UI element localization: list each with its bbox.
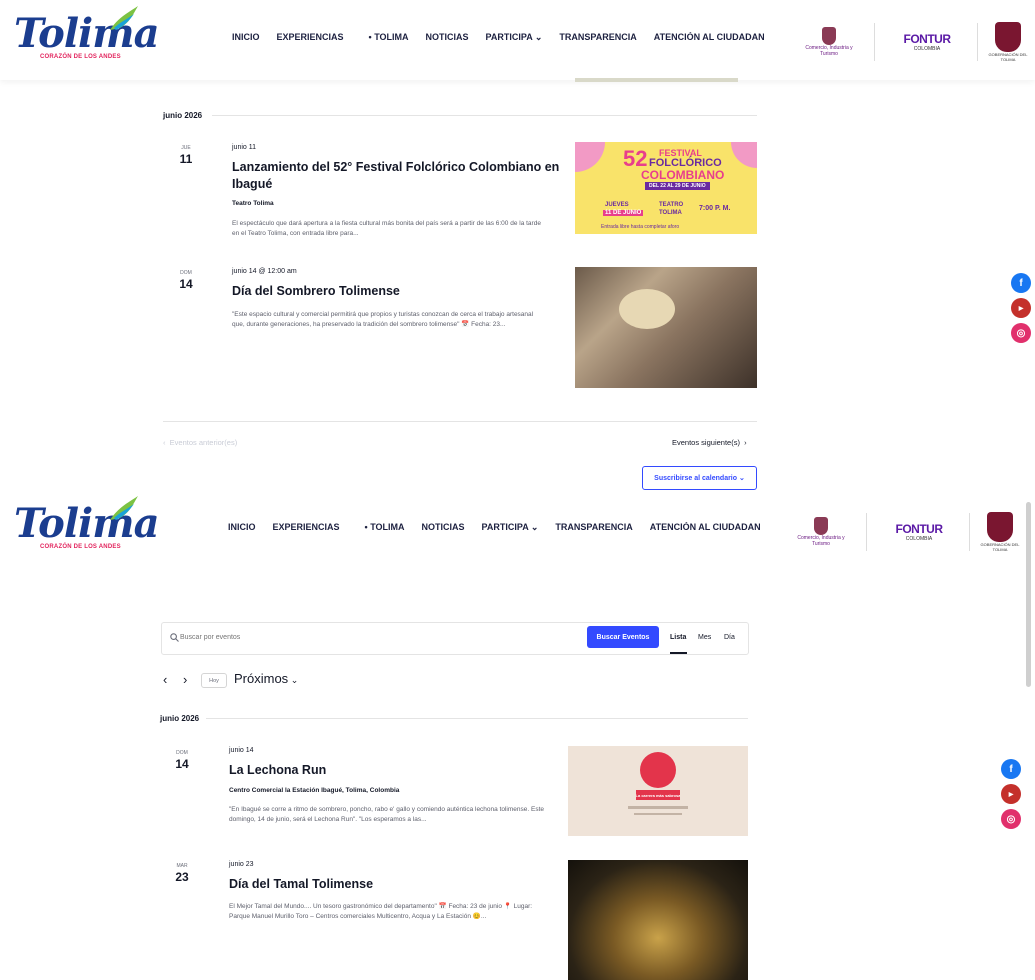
month-separator: junio 2026 <box>160 714 200 723</box>
nav-participa[interactable]: PARTICIPA ⌄ <box>486 32 543 43</box>
event-date: junio 14 @ 12:00 am <box>232 268 297 275</box>
site-header: Tolima CORAZÓN DE LOS ANDES INICIO EXPER… <box>0 0 1035 80</box>
subscribe-calendar-button[interactable]: Suscribirse al calendario ⌄ <box>642 466 757 490</box>
event-day-number: 14 <box>179 277 193 291</box>
event-date: junio 11 <box>232 144 257 151</box>
nav-transparencia[interactable]: TRANSPARENCIA <box>559 32 636 43</box>
nav-transparencia[interactable]: TRANSPARENCIA <box>555 522 632 533</box>
lechona-run-poster-image[interactable]: ¡La carrera más sabrosa! <box>568 746 748 836</box>
event-description: El espectáculo que dará apertura a la fi… <box>232 220 541 237</box>
event-date: junio 23 <box>229 861 254 868</box>
event-title[interactable]: Día del Tamal Tolimense <box>229 876 559 893</box>
nav-participa[interactable]: PARTICIPA ⌄ <box>482 522 539 533</box>
fontur-logo: FONTUR COLOMBIA <box>903 32 952 52</box>
hummingbird-icon <box>110 496 138 520</box>
main-nav: INICIO EXPERIENCIAS • TOLIMA NOTICIAS PA… <box>232 32 764 43</box>
instagram-icon[interactable]: ◎ <box>1011 323 1031 343</box>
search-icon <box>170 633 179 642</box>
facebook-icon[interactable]: f <box>1001 759 1021 779</box>
event-day-of-week: JUE <box>181 145 191 151</box>
nav-atencion[interactable]: ATENCIÓN AL CIUDADANO <box>654 32 764 43</box>
youtube-icon[interactable]: ▶ <box>1001 784 1021 804</box>
nav-inicio[interactable]: INICIO <box>232 32 260 43</box>
comercio-logo: Comercio, Industria y Turismo <box>796 27 862 57</box>
hummingbird-icon <box>110 6 138 30</box>
gobernacion-crest-icon <box>995 22 1021 52</box>
search-events-button[interactable]: Buscar Eventos <box>587 626 659 648</box>
runner-icon <box>640 752 676 788</box>
nav-experiencias[interactable]: EXPERIENCIAS <box>277 32 344 43</box>
nav-inicio[interactable]: INICIO <box>228 522 256 533</box>
mincit-crest-icon <box>822 27 836 45</box>
brand-tagline: CORAZÓN DE LOS ANDES <box>40 54 121 60</box>
next-events-link[interactable]: Eventos siguiente(s) › <box>672 438 747 447</box>
event-title[interactable]: Día del Sombrero Tolimense <box>232 283 562 300</box>
month-separator: junio 2026 <box>163 111 203 120</box>
event-venue: Teatro Tolima <box>232 200 274 207</box>
instagram-icon[interactable]: ◎ <box>1001 809 1021 829</box>
nav-atencion[interactable]: ATENCIÓN AL CIUDADANO <box>650 522 760 533</box>
date-range-selector[interactable]: Próximos ⌄ <box>234 671 298 686</box>
event-venue: Centro Comercial la Estación Ibagué, Tol… <box>229 787 400 794</box>
event-day-number: 23 <box>175 870 189 884</box>
event-title[interactable]: La Lechona Run <box>229 762 559 779</box>
brand-tagline: CORAZÓN DE LOS ANDES <box>40 544 121 550</box>
next-period-button[interactable]: › <box>183 672 187 687</box>
event-day-number: 14 <box>175 757 189 771</box>
previous-event-image-edge <box>575 78 738 82</box>
nav-noticias[interactable]: NOTICIAS <box>426 32 469 43</box>
event-description: "Este espacio cultural y comercial permi… <box>232 311 534 328</box>
today-button[interactable]: Hoy <box>201 673 227 688</box>
sombrero-icon <box>619 289 675 329</box>
page-scrollbar[interactable] <box>1026 502 1031 687</box>
event-day-of-week: DOM <box>176 750 188 756</box>
event-day-of-week: DOM <box>180 270 192 276</box>
festival-poster-image[interactable]: 52 FESTIVAL FOLCLÓRICO COLOMBIANO DEL 22… <box>575 142 757 234</box>
event-date: junio 14 <box>229 747 254 754</box>
nav-noticias[interactable]: NOTICIAS <box>422 522 465 533</box>
event-title[interactable]: Lanzamiento del 52° Festival Folclórico … <box>232 159 562 193</box>
nav-tolima[interactable]: • TOLIMA <box>369 32 409 43</box>
event-description: El Mejor Tamal del Mundo.... Un tesoro g… <box>229 903 533 920</box>
view-tab-day[interactable]: Día <box>724 634 735 641</box>
month-divider <box>206 718 748 719</box>
mincit-crest-icon <box>814 517 828 535</box>
month-divider <box>212 115 757 116</box>
gobernacion-logo: GOBERNACIÓN DEL TOLIMA <box>980 512 1020 552</box>
gobernacion-logo: GOBERNACIÓN DEL TOLIMA <box>988 22 1028 62</box>
event-description: "En Ibagué se corre a ritmo de sombrero,… <box>229 806 545 823</box>
event-day-number: 11 <box>179 152 193 166</box>
prev-period-button[interactable]: ‹ <box>163 672 167 687</box>
nav-experiencias[interactable]: EXPERIENCIAS <box>273 522 340 533</box>
nav-tolima[interactable]: • TOLIMA <box>365 522 405 533</box>
view-tab-month[interactable]: Mes <box>698 634 714 641</box>
event-day-of-week: MAR <box>176 863 188 869</box>
youtube-icon[interactable]: ▶ <box>1011 298 1031 318</box>
main-nav: INICIO EXPERIENCIAS • TOLIMA NOTICIAS PA… <box>228 522 760 533</box>
view-tab-list[interactable]: Lista <box>670 634 686 641</box>
fontur-logo: FONTUR COLOMBIA <box>895 522 944 542</box>
partner-logos: Comercio, Industria y Turismo FONTUR COL… <box>796 22 1028 62</box>
gobernacion-crest-icon <box>987 512 1013 542</box>
partner-logos: Comercio, Industria y Turismo FONTUR COL… <box>788 512 1020 552</box>
sombrero-event-image[interactable] <box>575 267 757 388</box>
prev-events-link[interactable]: ‹ Eventos anterior(es) <box>163 438 237 447</box>
active-tab-indicator <box>670 652 687 654</box>
search-input[interactable] <box>180 630 560 644</box>
tamal-event-image[interactable] <box>568 860 748 980</box>
site-header: Tolima CORAZÓN DE LOS ANDES INICIO EXPER… <box>0 490 1035 570</box>
comercio-logo: Comercio, Industria y Turismo <box>788 517 854 547</box>
facebook-icon[interactable]: f <box>1011 273 1031 293</box>
